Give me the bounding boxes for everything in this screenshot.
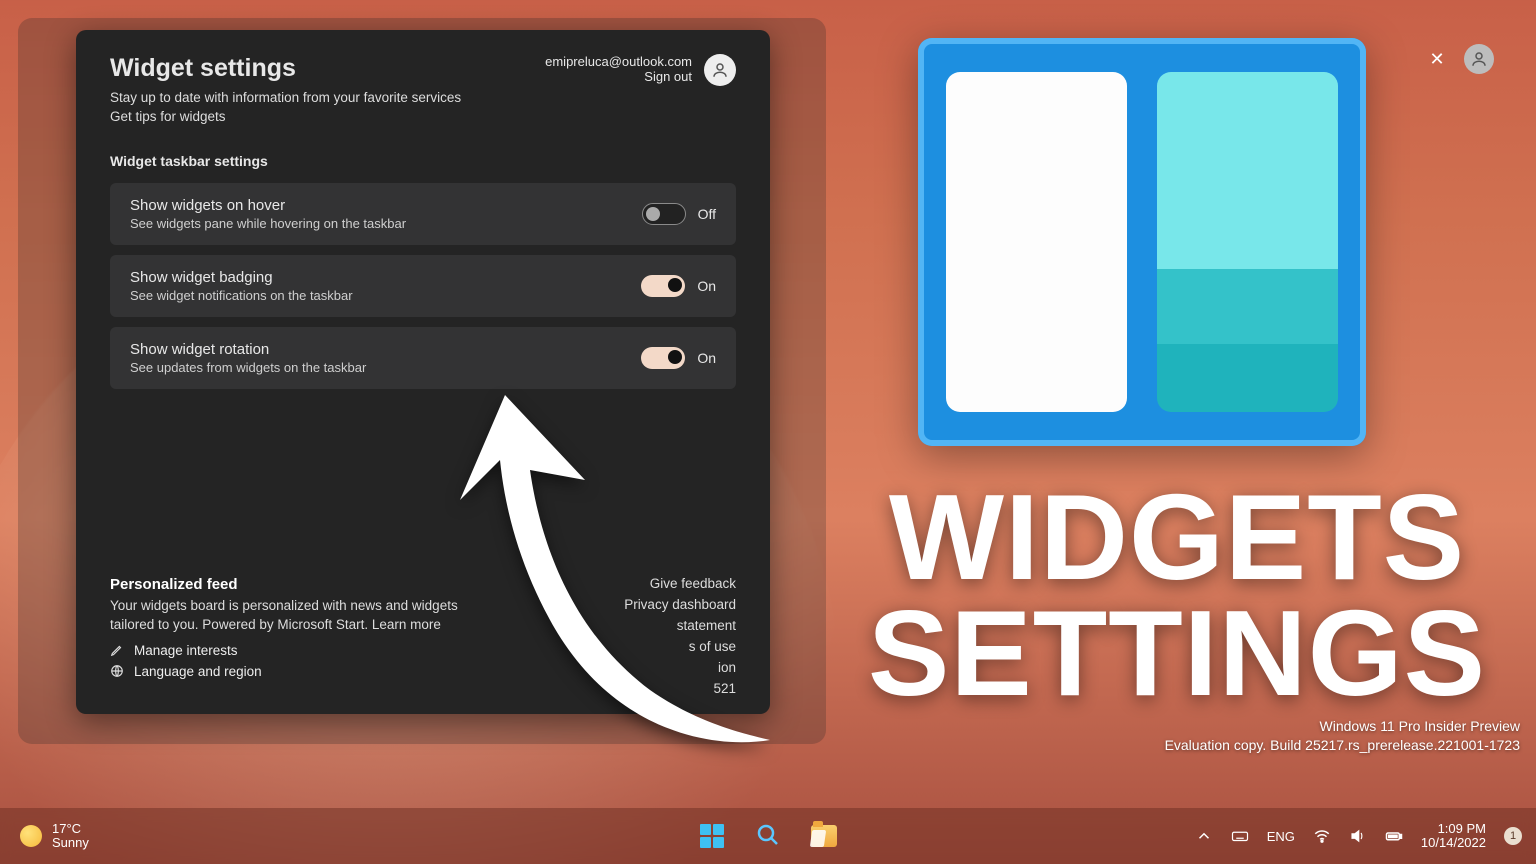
taskbar-clock[interactable]: 1:09 PM 10/14/2022: [1421, 822, 1486, 851]
manage-interests-link[interactable]: Manage interests: [110, 643, 470, 658]
battery-icon[interactable]: [1385, 827, 1403, 845]
avatar-icon[interactable]: [704, 54, 736, 86]
start-button[interactable]: [698, 822, 726, 850]
build-number: 521: [624, 681, 736, 696]
profile-button[interactable]: [1464, 44, 1494, 74]
section-label: Widget taskbar settings: [110, 153, 736, 169]
account-block: emipreluca@outlook.com Sign out: [545, 54, 736, 127]
region-link[interactable]: ion: [624, 660, 736, 675]
chevron-up-icon[interactable]: [1195, 827, 1213, 845]
panel-title: Widget settings: [110, 54, 461, 83]
hero-text: WIDGETS SETTINGS: [830, 480, 1524, 712]
search-button[interactable]: [754, 822, 782, 850]
weather-icon: [20, 825, 42, 847]
footer-links: Give feedback Privacy dashboard statemen…: [624, 576, 736, 696]
widget-settings-panel: Widget settings Stay up to date with inf…: [76, 30, 770, 714]
wifi-icon[interactable]: [1313, 827, 1331, 845]
toggle-hover[interactable]: [642, 203, 686, 225]
feed-title: Personalized feed: [110, 576, 470, 593]
panel-subtitle: Stay up to date with information from yo…: [110, 89, 461, 127]
account-email: emipreluca@outlook.com: [545, 54, 692, 69]
setting-badging: Show widget badging See widget notificat…: [110, 255, 736, 317]
privacy-dashboard-link[interactable]: Privacy dashboard: [624, 597, 736, 612]
notification-badge[interactable]: 1: [1504, 827, 1522, 845]
toggle-rotation[interactable]: [641, 347, 685, 369]
language-indicator[interactable]: ENG: [1267, 829, 1295, 844]
keyboard-icon[interactable]: [1231, 827, 1249, 845]
evaluation-watermark: Windows 11 Pro Insider Preview Evaluatio…: [1165, 717, 1520, 756]
setting-rotation: Show widget rotation See updates from wi…: [110, 327, 736, 389]
file-explorer-button[interactable]: [810, 822, 838, 850]
taskbar-weather[interactable]: 17°C Sunny: [14, 822, 89, 851]
widgets-app-icon: [918, 38, 1366, 446]
language-region-link[interactable]: Language and region: [110, 664, 470, 679]
setting-hover: Show widgets on hover See widgets pane w…: [110, 183, 736, 245]
volume-icon[interactable]: [1349, 827, 1367, 845]
globe-icon: [110, 664, 124, 678]
terms-of-use-link[interactable]: s of use: [624, 639, 736, 654]
feed-desc: Your widgets board is personalized with …: [110, 597, 470, 635]
pencil-icon: [110, 643, 124, 657]
taskbar: 17°C Sunny ENG: [0, 808, 1536, 864]
privacy-statement-link[interactable]: statement: [624, 618, 736, 633]
toggle-badging[interactable]: [641, 275, 685, 297]
close-button[interactable]: ✕: [1422, 44, 1452, 74]
sign-out-link[interactable]: Sign out: [644, 69, 692, 84]
give-feedback-link[interactable]: Give feedback: [624, 576, 736, 591]
